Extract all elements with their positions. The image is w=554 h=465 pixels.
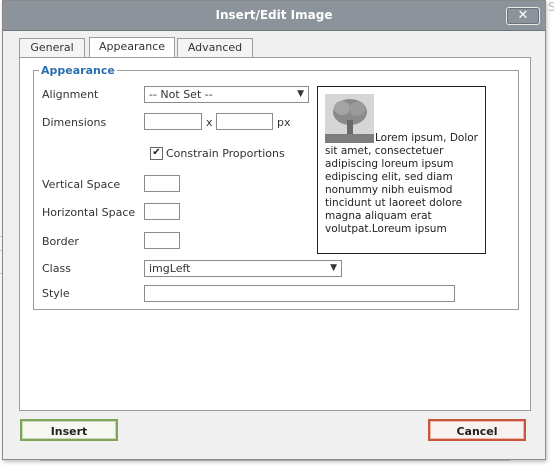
width-input[interactable] [144,113,202,130]
appearance-fieldset: Appearance Alignment -- Not Set -- ▼ Dim… [33,64,519,310]
appearance-panel: Appearance Alignment -- Not Set -- ▼ Dim… [19,57,531,411]
cancel-button[interactable]: Cancel [428,419,526,441]
vertical-space-label: Vertical Space [42,178,121,191]
insert-edit-image-dialog: Insert/Edit Image ✕ General Appearance A… [2,0,546,460]
style-label: Style [42,287,70,300]
horizontal-space-label: Horizontal Space [42,206,136,219]
dimensions-label: Dimensions [42,116,107,129]
fieldset-legend: Appearance [39,64,117,77]
style-input[interactable] [144,285,455,302]
chevron-down-icon: ▼ [330,263,337,273]
checkmark-icon: ✔ [152,147,161,158]
border-input[interactable] [144,232,180,249]
chevron-down-icon: ▼ [297,89,304,99]
height-input[interactable] [216,113,273,130]
alignment-value: -- Not Set -- [149,88,213,101]
horizontal-space-input[interactable] [144,203,180,220]
preview-text: Lorem ipsum, Dolor sit amet, consectetue… [325,131,479,236]
close-icon: ✕ [517,8,529,23]
image-preview: Lorem ipsum, Dolor sit amet, consectetue… [317,86,486,254]
alignment-select[interactable]: -- Not Set -- ▼ [144,86,309,103]
constrain-proportions-checkbox[interactable]: ✔ [150,147,163,160]
preview-text-body: Lorem ipsum, Dolor sit amet, consectetue… [325,132,478,235]
background-edge: S [548,0,554,14]
tab-general[interactable]: General [19,38,85,57]
constrain-proportions-label: Constrain Proportions [166,147,285,160]
border-label: Border [42,235,79,248]
alignment-label: Alignment [42,88,99,101]
class-select[interactable]: imgLeft ▼ [144,260,342,277]
tab-appearance[interactable]: Appearance [89,37,175,58]
dimensions-unit: px [277,116,291,129]
tab-advanced[interactable]: Advanced [177,38,253,57]
class-value: imgLeft [149,262,191,275]
vertical-space-input[interactable] [144,175,180,192]
title-bar[interactable]: Insert/Edit Image ✕ [3,1,545,31]
background-line [40,460,510,461]
dialog-title: Insert/Edit Image [215,8,333,22]
close-button[interactable]: ✕ [506,7,540,25]
insert-button[interactable]: Insert [20,419,118,441]
dimensions-separator: x [206,116,213,129]
class-label: Class [42,262,71,275]
